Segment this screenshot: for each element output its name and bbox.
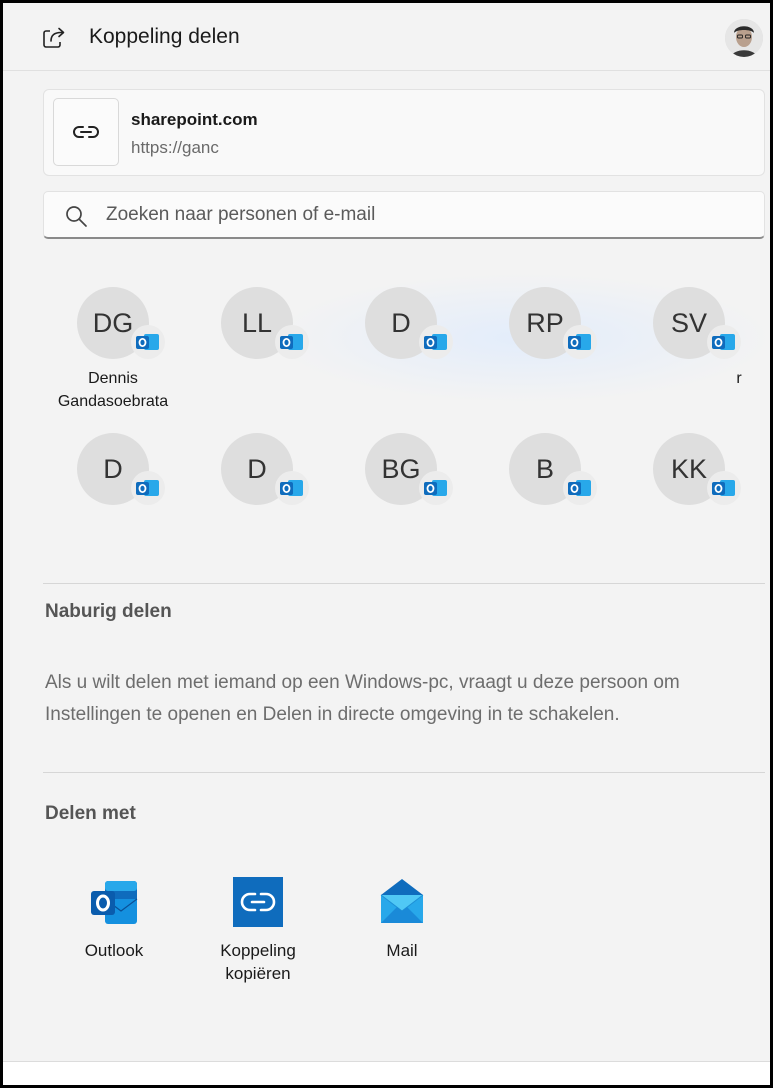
nearby-sharing-title: Naburig delen xyxy=(45,601,172,622)
search-input[interactable] xyxy=(106,200,746,230)
contact-item[interactable]: LL xyxy=(197,287,317,427)
mail-app-button[interactable]: Mail xyxy=(347,875,457,962)
outlook-badge-icon xyxy=(563,471,597,505)
divider xyxy=(43,772,765,773)
outlook-badge-icon xyxy=(707,471,741,505)
outlook-badge-icon xyxy=(131,471,165,505)
contact-item[interactable]: D xyxy=(341,287,461,427)
outlook-badge-icon xyxy=(419,471,453,505)
contact-item[interactable]: KK xyxy=(629,433,749,573)
link-title: sharepoint.com xyxy=(131,110,258,129)
contact-item[interactable]: D xyxy=(53,433,173,573)
outlook-badge-icon xyxy=(419,325,453,359)
contact-item[interactable]: BG xyxy=(341,433,461,573)
share-icon xyxy=(43,27,65,48)
header: Koppeling delen xyxy=(3,3,770,71)
copy-link-icon xyxy=(233,877,283,927)
link-thumbnail xyxy=(53,98,119,166)
bottom-edge xyxy=(3,1061,770,1085)
outlook-label: Outlook xyxy=(84,941,144,960)
contact-item[interactable]: SV r xyxy=(629,287,749,427)
contact-name: Dennis Gandasoebrata xyxy=(57,370,169,410)
copy-link-button[interactable]: Koppeling kopiëren xyxy=(203,875,313,985)
outlook-badge-icon xyxy=(275,471,309,505)
search-icon xyxy=(66,206,87,227)
mail-label: Mail xyxy=(386,941,418,960)
copy-link-label: Koppeling kopiëren xyxy=(220,941,296,983)
contact-name: r xyxy=(736,370,742,387)
contact-item[interactable]: D xyxy=(197,433,317,573)
user-avatar[interactable] xyxy=(725,19,763,57)
link-url: https://ganc xyxy=(131,138,219,157)
share-dialog: Koppeling delen sharepoint.com https://g… xyxy=(0,0,773,1088)
nearby-sharing-text: Als u wilt delen met iemand op een Windo… xyxy=(45,672,680,725)
outlook-badge-icon xyxy=(707,325,741,359)
divider xyxy=(43,583,765,584)
outlook-badge-icon xyxy=(131,325,165,359)
link-icon xyxy=(73,126,99,138)
page-title: Koppeling delen xyxy=(89,25,240,48)
share-with-title: Delen met xyxy=(45,803,136,824)
contact-item[interactable]: RP xyxy=(485,287,605,427)
contact-item[interactable]: DG Dennis Gandasoebrata xyxy=(53,287,173,427)
mail-icon xyxy=(380,879,424,923)
outlook-icon xyxy=(91,881,138,924)
contact-item[interactable]: B xyxy=(485,433,605,573)
outlook-badge-icon xyxy=(563,325,597,359)
outlook-badge-icon xyxy=(275,325,309,359)
search-box[interactable] xyxy=(43,191,765,239)
link-card: sharepoint.com https://ganc xyxy=(43,89,765,176)
outlook-app-button[interactable]: Outlook xyxy=(59,875,169,962)
